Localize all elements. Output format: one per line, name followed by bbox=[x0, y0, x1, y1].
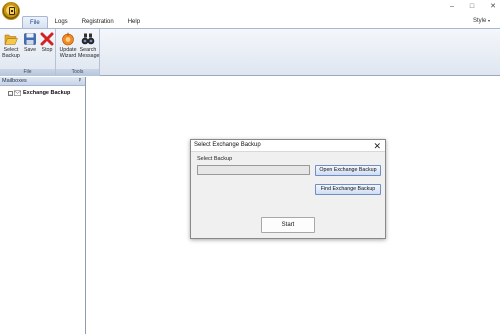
style-menu-label: Style bbox=[472, 18, 487, 24]
dialog-title: Select Exchange Backup bbox=[194, 142, 261, 148]
tab-logs[interactable]: Logs bbox=[48, 16, 75, 28]
mailbox-icon bbox=[14, 90, 21, 96]
tab-file[interactable]: File bbox=[22, 16, 48, 28]
chevron-down-icon: ▾ bbox=[487, 18, 490, 23]
maximize-icon[interactable]: □ bbox=[470, 2, 474, 12]
select-backup-field-label: Select Backup bbox=[197, 156, 233, 162]
pin-icon[interactable]: ᵖ bbox=[79, 77, 81, 86]
select-backup-label: Select Backup bbox=[2, 47, 20, 59]
tab-registration[interactable]: Registration bbox=[75, 16, 121, 28]
search-message-label: Search Message bbox=[78, 47, 100, 59]
tree-item-exchange-backup[interactable]: – Exchange Backup bbox=[8, 89, 70, 97]
tree-collapse-icon[interactable]: – bbox=[8, 90, 13, 96]
folder-open-icon bbox=[4, 34, 18, 45]
dialog-titlebar[interactable]: Select Exchange Backup ✕ bbox=[191, 140, 385, 152]
window-controls: – □ ✕ bbox=[450, 2, 496, 12]
minimize-icon[interactable]: – bbox=[450, 2, 454, 12]
save-label: Save bbox=[23, 47, 37, 53]
close-window-icon[interactable]: ✕ bbox=[490, 2, 496, 12]
ribbon-group-label: Tools bbox=[56, 69, 99, 76]
stop-label: Stop bbox=[41, 47, 53, 53]
backup-path-input[interactable] bbox=[197, 165, 310, 175]
update-wizard-button[interactable]: Update Wizard bbox=[58, 32, 78, 59]
tab-help[interactable]: Help bbox=[121, 16, 147, 28]
select-backup-button[interactable]: Select Backup bbox=[1, 32, 21, 59]
ribbon-group-file: Select Backup Save Stop File bbox=[0, 29, 56, 76]
close-icon[interactable]: ✕ bbox=[373, 140, 381, 152]
ribbon: Select Backup Save Stop File Update Wiza… bbox=[0, 28, 500, 76]
open-exchange-backup-button[interactable]: Open Exchange Backup bbox=[315, 165, 381, 176]
binoculars-icon bbox=[81, 33, 95, 45]
style-menu[interactable]: Style ▾ bbox=[473, 18, 490, 24]
panel-header: Mailboxes ᵖ bbox=[0, 77, 85, 86]
panel-title: Mailboxes bbox=[2, 78, 27, 84]
start-button[interactable]: Start bbox=[261, 217, 315, 233]
save-icon bbox=[24, 33, 36, 45]
mailboxes-panel: Mailboxes ᵖ – Exchange Backup bbox=[0, 77, 86, 334]
update-icon bbox=[62, 32, 74, 46]
ribbon-group-tools: Update Wizard Search Message Tools bbox=[56, 29, 100, 76]
menu-tabs: File Logs Registration Help bbox=[22, 16, 147, 28]
app-logo-mark bbox=[9, 7, 15, 15]
find-exchange-backup-button[interactable]: Find Exchange Backup bbox=[315, 184, 381, 195]
tree-item-label: Exchange Backup bbox=[23, 90, 71, 96]
update-wizard-label: Update Wizard bbox=[59, 47, 77, 59]
ribbon-group-label: File bbox=[0, 69, 55, 76]
select-exchange-backup-dialog: Select Exchange Backup ✕ Select Backup O… bbox=[190, 139, 386, 239]
app-logo-icon[interactable] bbox=[2, 2, 20, 20]
stop-icon bbox=[40, 32, 54, 46]
stop-button[interactable]: Stop bbox=[37, 32, 57, 54]
search-message-button[interactable]: Search Message bbox=[78, 32, 100, 59]
